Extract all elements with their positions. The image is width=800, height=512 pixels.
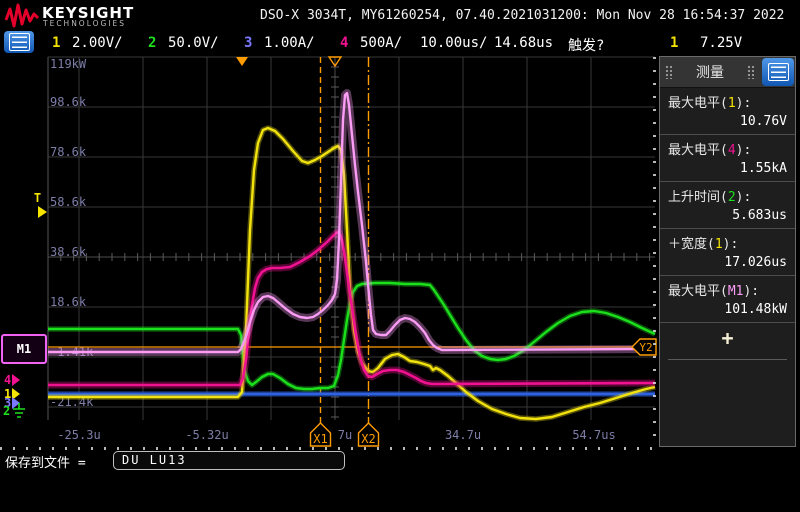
measurement-label-end: ): <box>736 190 752 205</box>
cursor-y2-tag-label: Y2 <box>639 341 652 354</box>
ch2-marker-label: 2 <box>3 404 10 418</box>
ch1-number[interactable]: 1 <box>52 35 60 51</box>
measurement-item[interactable]: 最大电平(1): 10.76V <box>660 88 795 135</box>
menu-icon <box>9 33 30 51</box>
drag-handle-icon[interactable] <box>747 65 755 79</box>
measurement-item[interactable]: 上升时间(2): 5.683us <box>660 182 795 229</box>
ch2-ground-marker[interactable]: 2 <box>3 403 27 419</box>
measurement-value: 17.026us <box>668 255 787 270</box>
ch4-trace <box>48 232 655 385</box>
trigger-marker-label: T <box>34 191 41 205</box>
right-tick-ruler <box>653 57 656 447</box>
ch2-number[interactable]: 2 <box>148 35 156 51</box>
measurement-item[interactable]: ＋宽度(1): 17.026us <box>660 229 795 276</box>
menu-icon <box>768 63 789 81</box>
top-bar: KEYSIGHT TECHNOLOGIES DSO-X 3034T, MY612… <box>0 0 800 30</box>
waveform-display: 119kW98.6k78.6k58.6k38.6k18.6k-1.41k-21.… <box>0 55 658 450</box>
ch4-number[interactable]: 4 <box>340 35 348 51</box>
measurement-label: ＋宽度( <box>668 237 715 252</box>
main-menu-button[interactable] <box>4 31 34 53</box>
bottom-bar: 保存到文件 = DU LU13 ↻ 格式 PNG 图像 ↻ 保存至 /usb 文… <box>0 450 800 512</box>
measurement-source: 1 <box>728 96 736 111</box>
ch1-scale[interactable]: 2.00V/ <box>72 35 123 51</box>
cursor-x1-tag-label: X1 <box>313 432 327 446</box>
trigger-status: 触发? <box>568 35 604 55</box>
measurement-label: 最大电平( <box>668 96 728 111</box>
add-measurement-button[interactable]: + <box>721 329 733 347</box>
m1-marker-label: M1 <box>17 342 31 356</box>
ch2-scale[interactable]: 50.0V/ <box>168 35 219 51</box>
add-measurement-row: + <box>668 323 787 360</box>
measurement-value: 1.55kA <box>668 161 787 176</box>
ch3-scale[interactable]: 1.00A/ <box>264 35 315 51</box>
measurement-item[interactable]: 最大电平(4): 1.55kA <box>660 135 795 182</box>
measurement-panel-header[interactable]: 测量 <box>660 57 795 88</box>
ch4-ground-marker[interactable]: 4 <box>4 373 20 387</box>
measurement-panel-title: 测量 <box>678 62 742 82</box>
status-bar: 1 2.00V/ 2 50.0V/ 3 1.00A/ 4 500A/ 10.00… <box>0 30 800 55</box>
ch1-trace-glow <box>48 128 655 419</box>
measurement-value: 10.76V <box>668 114 787 129</box>
measurement-label-end: ): <box>736 143 752 158</box>
measurement-label-end: ): <box>736 96 752 111</box>
cursor-x2-tag-label: X2 <box>361 432 375 446</box>
trigger-level[interactable]: 7.25V <box>700 35 742 51</box>
measurement-label: 最大电平( <box>668 284 728 299</box>
measurement-value: 101.48kW <box>668 302 787 317</box>
measurement-menu-button[interactable] <box>762 58 794 86</box>
oscilloscope-screen: KEYSIGHT TECHNOLOGIES DSO-X 3034T, MY612… <box>0 0 800 512</box>
trigger-source[interactable]: 1 <box>670 35 678 51</box>
instrument-title: DSO-X 3034T, MY61260254, 07.40.202103120… <box>260 8 784 23</box>
brand-subtitle: TECHNOLOGIES <box>43 19 126 28</box>
trigger-marker-arrow-icon <box>38 206 47 218</box>
measurement-source: 4 <box>728 143 736 158</box>
graticule: X1 X2 Y2 <box>0 55 658 450</box>
measurement-value: 5.683us <box>668 208 787 223</box>
timebase-delay[interactable]: 14.68us <box>494 35 553 51</box>
math-m1-marker[interactable]: M1 <box>1 334 47 364</box>
measurement-panel: 测量 最大电平(1): 10.76V 最大电平(4): 1.55kA 上升时间(… <box>659 56 796 447</box>
measurement-label-end: ): <box>743 284 759 299</box>
ch4-scale[interactable]: 500A/ <box>360 35 402 51</box>
ground-icon <box>11 403 27 419</box>
filename-input[interactable]: DU LU13 <box>113 451 345 470</box>
measurement-item[interactable]: 最大电平(M1): 101.48kW <box>660 276 795 323</box>
timebase-scale[interactable]: 10.00us/ <box>420 35 487 51</box>
ch4-marker-arrow-icon <box>12 374 20 386</box>
measurement-source: M1 <box>728 284 744 299</box>
ch3-number[interactable]: 3 <box>244 35 252 51</box>
trigger-time-marker-icon[interactable] <box>236 57 248 66</box>
trigger-level-marker[interactable]: T <box>28 191 47 218</box>
measurement-source: 2 <box>728 190 736 205</box>
drag-handle-icon[interactable] <box>665 65 673 79</box>
measurement-label-end: ): <box>723 237 739 252</box>
ch4-marker-label: 4 <box>4 373 11 387</box>
measurement-label: 上升时间( <box>668 190 728 205</box>
measurement-label: 最大电平( <box>668 143 728 158</box>
keysight-logo-icon <box>4 2 40 29</box>
measurement-source: 1 <box>715 237 723 252</box>
save-to-file-label: 保存到文件 = <box>5 452 86 471</box>
